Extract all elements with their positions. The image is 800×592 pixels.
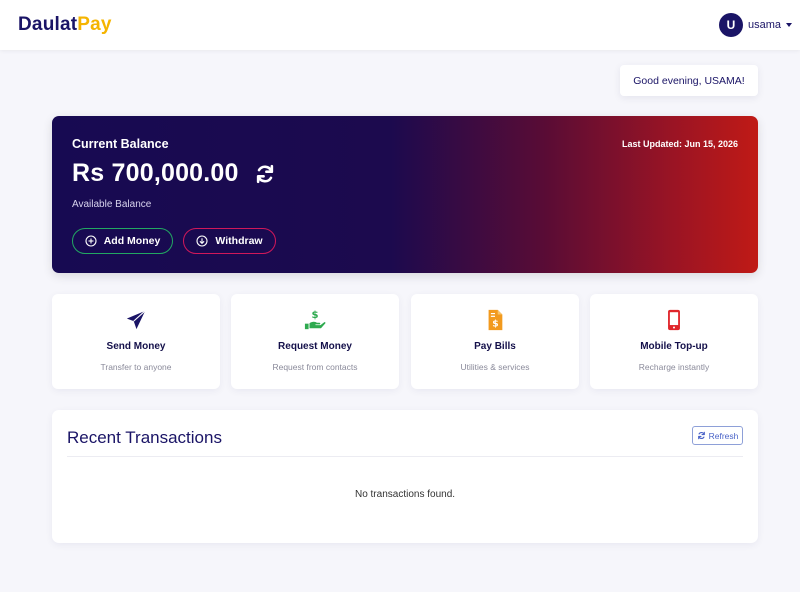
paper-plane-icon — [52, 309, 220, 331]
top-navbar: DaulatPay U usama — [0, 0, 800, 50]
empty-state-text: No transactions found. — [354, 489, 456, 500]
refresh-balance-icon[interactable] — [254, 163, 276, 185]
action-subtitle: Request from contacts — [272, 362, 358, 372]
action-title: Request Money — [278, 341, 352, 352]
section-title: Recent Transactions — [67, 428, 222, 447]
action-subtitle: Utilities & services — [460, 362, 530, 372]
hand-dollar-icon: $ — [231, 309, 399, 331]
send-money-card[interactable]: Send Money Transfer to anyone — [52, 294, 220, 389]
balance-card: Current Balance Last Updated: Jun 15, 20… — [52, 116, 758, 273]
pay-bills-card[interactable]: $ Pay Bills Utilities & services — [411, 294, 579, 389]
user-menu[interactable]: U usama — [718, 13, 792, 37]
refresh-label: Refresh — [708, 430, 739, 441]
divider — [67, 456, 743, 457]
plus-circle-icon — [85, 235, 97, 247]
refresh-icon — [697, 431, 705, 440]
brand-logo[interactable]: DaulatPay — [18, 14, 112, 36]
last-updated: Last Updated: Jun 15, 2026 — [621, 139, 738, 149]
svg-text:$: $ — [492, 318, 498, 329]
balance-subtitle: Available Balance — [72, 199, 152, 210]
refresh-transactions-button[interactable]: Refresh — [692, 426, 743, 445]
balance-amount: Rs 700,000.00 — [72, 159, 239, 187]
avatar: U — [718, 13, 743, 37]
svg-text:$: $ — [311, 310, 318, 321]
invoice-icon: $ — [411, 309, 579, 331]
caret-down-icon — [786, 23, 792, 27]
user-name: usama — [747, 19, 781, 31]
arrow-down-circle-icon — [196, 235, 208, 247]
withdraw-label: Withdraw — [215, 235, 263, 247]
action-title: Pay Bills — [474, 341, 516, 352]
add-money-label: Add Money — [103, 235, 161, 247]
greeting-message: Good evening, USAMA! — [620, 65, 758, 96]
action-subtitle: Transfer to anyone — [100, 362, 172, 372]
recent-transactions-card: Recent Transactions Refresh No transacti… — [52, 410, 758, 543]
action-title: Mobile Top-up — [640, 341, 708, 352]
withdraw-button[interactable]: Withdraw — [183, 228, 276, 254]
action-subtitle: Recharge instantly — [638, 362, 710, 372]
action-title: Send Money — [106, 341, 166, 352]
mobile-topup-card[interactable]: Mobile Top-up Recharge instantly — [590, 294, 758, 389]
request-money-card[interactable]: $ Request Money Request from contacts — [231, 294, 399, 389]
balance-title: Current Balance — [72, 137, 169, 151]
add-money-button[interactable]: Add Money — [72, 228, 173, 254]
mobile-phone-icon — [590, 309, 758, 331]
brand-name-part2: Pay — [77, 14, 112, 35]
brand-name-part1: Daulat — [18, 14, 78, 35]
